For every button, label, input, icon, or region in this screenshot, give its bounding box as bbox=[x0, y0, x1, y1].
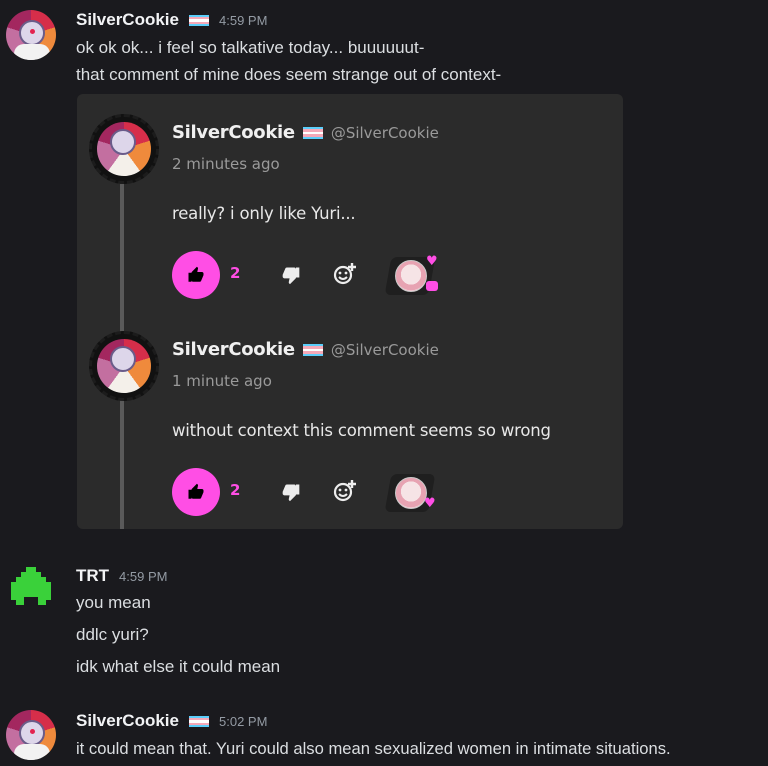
creator-reaction[interactable]: ♥ bbox=[382, 471, 442, 515]
like-count: 2 bbox=[230, 481, 241, 499]
username[interactable]: TRT bbox=[76, 566, 109, 586]
username[interactable]: SilverCookie bbox=[76, 10, 179, 30]
comment-actions: 2 ♥ bbox=[172, 251, 592, 299]
message-header: SilverCookie 4:59 PM bbox=[76, 10, 267, 30]
message-line: ok ok ok... i feel so talkative today...… bbox=[76, 38, 425, 57]
dislike-button[interactable] bbox=[279, 480, 303, 504]
message-line: it could mean that. Yuri could also mean… bbox=[76, 739, 671, 758]
like-icon bbox=[188, 483, 204, 499]
comment-avatar[interactable] bbox=[89, 331, 159, 401]
comment-author: SilverCookie @SilverCookie bbox=[172, 339, 439, 360]
trans-flag-icon bbox=[302, 127, 323, 139]
comment-embed: SilverCookie @SilverCookie 2 minutes ago… bbox=[77, 94, 623, 529]
reactor-avatar bbox=[395, 260, 427, 292]
trt-logo-icon bbox=[11, 567, 51, 605]
avatar-trt[interactable] bbox=[6, 563, 56, 613]
message-line: you mean bbox=[76, 593, 151, 612]
add-emoji-icon bbox=[333, 263, 356, 285]
comment-author: SilverCookie @SilverCookie bbox=[172, 122, 439, 143]
comment-avatar-face bbox=[110, 129, 136, 155]
avatar-silvercookie[interactable] bbox=[6, 710, 56, 760]
comment-time: 1 minute ago bbox=[172, 372, 272, 390]
comment-avatar[interactable] bbox=[89, 114, 159, 184]
add-reaction-button[interactable] bbox=[332, 478, 358, 504]
timestamp: 4:59 PM bbox=[219, 12, 268, 28]
add-emoji-icon bbox=[333, 480, 356, 502]
trans-flag-icon bbox=[302, 344, 323, 356]
like-icon bbox=[188, 266, 204, 282]
comment-actions: 2 ♥ bbox=[172, 468, 592, 516]
heart-icon: ♥ bbox=[426, 254, 438, 269]
message-line: that comment of mine does seem strange o… bbox=[76, 65, 502, 84]
dislike-icon bbox=[282, 484, 300, 502]
avatar-eye bbox=[30, 729, 35, 734]
like-button[interactable] bbox=[172, 251, 220, 299]
trans-flag-icon bbox=[189, 14, 209, 27]
avatar-shirt bbox=[14, 44, 50, 60]
dislike-button[interactable] bbox=[279, 263, 303, 287]
creator-reaction[interactable]: ♥ bbox=[382, 254, 442, 298]
chat-bubble-icon bbox=[426, 281, 438, 291]
comment-time: 2 minutes ago bbox=[172, 155, 280, 173]
timestamp: 4:59 PM bbox=[119, 568, 168, 584]
comment-avatar-face bbox=[110, 346, 136, 372]
timestamp: 5:02 PM bbox=[219, 713, 268, 729]
heart-icon: ♥ bbox=[424, 496, 436, 511]
comment-handle[interactable]: @SilverCookie bbox=[331, 341, 439, 359]
comment-text: really? i only like Yuri... bbox=[172, 204, 356, 223]
comment-handle[interactable]: @SilverCookie bbox=[331, 124, 439, 142]
message-header: TRT 4:59 PM bbox=[76, 566, 167, 586]
add-reaction-button[interactable] bbox=[332, 261, 358, 287]
avatar-silvercookie[interactable] bbox=[6, 10, 56, 60]
like-count: 2 bbox=[230, 264, 241, 282]
reactor-avatar bbox=[395, 477, 427, 509]
avatar-eye bbox=[30, 29, 35, 34]
avatar-shirt bbox=[14, 744, 50, 760]
message-header: SilverCookie 5:02 PM bbox=[76, 711, 267, 731]
message-line: idk what else it could mean bbox=[76, 657, 281, 676]
dislike-icon bbox=[282, 267, 300, 285]
trans-flag-icon bbox=[189, 715, 209, 728]
comment-username[interactable]: SilverCookie bbox=[172, 122, 295, 143]
comment-text: without context this comment seems so wr… bbox=[172, 421, 551, 440]
message-line: ddlc yuri? bbox=[76, 625, 149, 644]
comment-username[interactable]: SilverCookie bbox=[172, 339, 295, 360]
username[interactable]: SilverCookie bbox=[76, 711, 179, 731]
like-button[interactable] bbox=[172, 468, 220, 516]
